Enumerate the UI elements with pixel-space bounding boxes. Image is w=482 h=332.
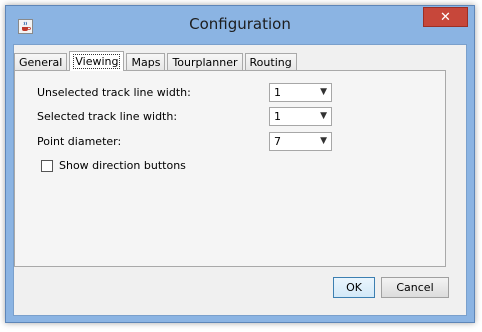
window-title: Configuration (189, 15, 291, 33)
unselected-track-line-width-label: Unselected track line width: (37, 86, 191, 99)
cancel-button[interactable]: Cancel (381, 277, 449, 298)
chevron-down-icon: ▼ (320, 111, 327, 121)
show-direction-buttons-label[interactable]: Show direction buttons (59, 159, 186, 172)
tab-routing[interactable]: Routing (244, 53, 297, 71)
tab-general[interactable]: General (14, 53, 68, 71)
point-diameter-label: Point diameter: (37, 135, 122, 148)
select-value: 7 (274, 135, 281, 148)
tab-label: General (19, 56, 63, 69)
select-value: 1 (274, 110, 281, 123)
tab-label: Viewing (73, 54, 121, 69)
show-direction-buttons-checkbox[interactable] (41, 160, 53, 172)
tab-label: Routing (249, 56, 292, 69)
selected-track-line-width-label: Selected track line width: (37, 110, 178, 123)
point-diameter-select[interactable]: 7 ▼ (269, 132, 332, 151)
unselected-track-line-width-select[interactable]: 1 ▼ (269, 83, 332, 102)
tab-viewing[interactable]: Viewing (69, 51, 125, 71)
tab-label: Maps (131, 56, 161, 69)
tab-maps[interactable]: Maps (126, 53, 166, 71)
chevron-down-icon: ▼ (320, 136, 327, 146)
viewing-tab-panel: Unselected track line width: 1 ▼ Selecte… (14, 70, 446, 267)
tab-label: Tourplanner (172, 56, 238, 69)
chevron-down-icon: ▼ (320, 87, 327, 97)
tab-tourplanner[interactable]: Tourplanner (167, 53, 243, 71)
close-button[interactable]: ✕ (423, 7, 468, 27)
close-icon: ✕ (440, 9, 451, 25)
selected-track-line-width-select[interactable]: 1 ▼ (269, 107, 332, 126)
tab-strip: General Viewing Maps Tourplanner Routing (14, 50, 299, 71)
ok-button[interactable]: OK (333, 277, 375, 298)
select-value: 1 (274, 86, 281, 99)
title-bar[interactable]: Configuration ✕ (6, 6, 474, 44)
